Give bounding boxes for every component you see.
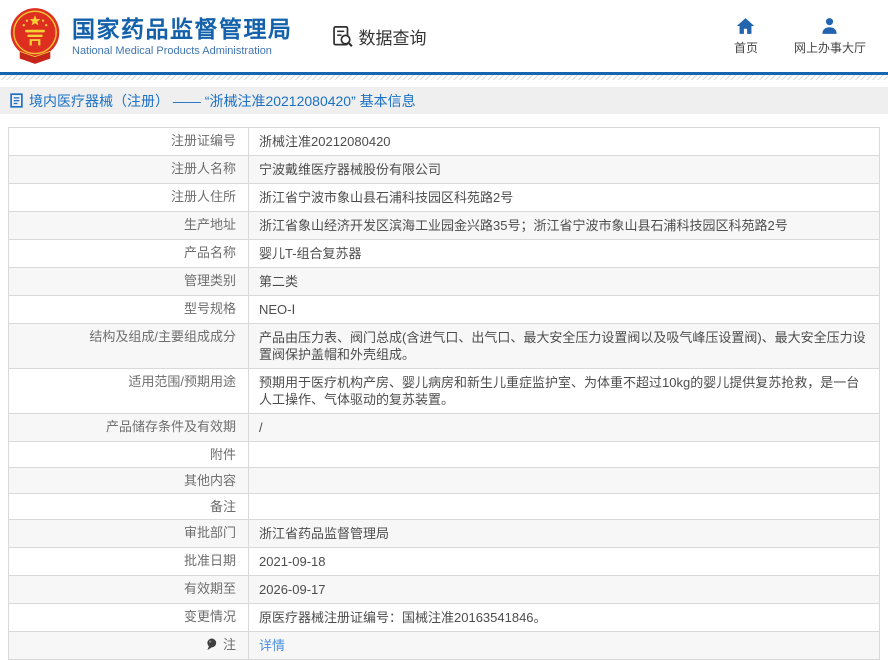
site-title: 国家药品监督管理局 xyxy=(72,16,293,42)
breadcrumb: 境内医疗器械（注册） —— “浙械注准20212080420” 基本信息 xyxy=(0,87,888,114)
table-row: 备注 xyxy=(9,494,879,520)
nav-item-label: 网上办事大厅 xyxy=(794,39,866,56)
row-value xyxy=(249,442,879,467)
row-label: 结构及组成/主要组成成分 xyxy=(9,324,249,368)
table-row: 审批部门 浙江省药品监督管理局 xyxy=(9,520,879,548)
site-subtitle: National Medical Products Administration xyxy=(72,45,293,57)
row-value: 浙江省药品监督管理局 xyxy=(249,520,879,547)
nav-item-label: 首页 xyxy=(734,39,758,56)
table-row: 管理类别 第二类 xyxy=(9,268,879,296)
hatch-band xyxy=(0,75,888,80)
row-label: 附件 xyxy=(9,442,249,467)
data-query-label: 数据查询 xyxy=(359,24,427,49)
table-row: 有效期至 2026-09-17 xyxy=(9,576,879,604)
site-header: 国家药品监督管理局 National Medical Products Admi… xyxy=(0,0,888,72)
row-value: 第二类 xyxy=(249,268,879,295)
table-row: 变更情况 原医疗器械注册证编号：国械注准20163541846。 xyxy=(9,604,879,632)
site-title-block: 国家药品监督管理局 National Medical Products Admi… xyxy=(72,16,293,57)
table-row: 产品储存条件及有效期 / xyxy=(9,414,879,442)
row-label: 有效期至 xyxy=(9,576,249,603)
row-label: 变更情况 xyxy=(9,604,249,631)
row-label: 产品名称 xyxy=(9,240,249,267)
table-row: 注册人名称 宁波戴维医疗器械股份有限公司 xyxy=(9,156,879,184)
national-emblem-icon xyxy=(8,7,62,65)
row-label: 批准日期 xyxy=(9,548,249,575)
top-nav: 首页 网上办事大厅 xyxy=(734,17,872,56)
row-label: 注册人住所 xyxy=(9,184,249,211)
table-row-note: 注 详情 xyxy=(9,632,879,659)
person-icon xyxy=(820,17,839,35)
row-label: 注 xyxy=(9,632,249,659)
row-label: 注册人名称 xyxy=(9,156,249,183)
row-value xyxy=(249,468,879,493)
pin-icon xyxy=(206,638,217,651)
row-value: 浙江省宁波市象山县石浦科技园区科苑路2号 xyxy=(249,184,879,211)
table-row: 产品名称 婴儿T-组合复苏器 xyxy=(9,240,879,268)
table-row: 附件 xyxy=(9,442,879,468)
row-label: 型号规格 xyxy=(9,296,249,323)
row-value xyxy=(249,494,879,519)
table-row: 型号规格 NEO-Ⅰ xyxy=(9,296,879,324)
data-query-tab[interactable]: 数据查询 xyxy=(331,24,427,49)
row-value: 2021-09-18 xyxy=(249,548,879,575)
data-query-icon xyxy=(331,25,354,48)
row-value: 2026-09-17 xyxy=(249,576,879,603)
home-icon xyxy=(736,17,755,35)
table-row: 适用范围/预期用途 预期用于医疗机构产房、婴儿病房和新生儿重症监护室、为体重不超… xyxy=(9,369,879,414)
row-label: 注册证编号 xyxy=(9,128,249,155)
table-row: 结构及组成/主要组成成分 产品由压力表、阀门总成(含进气口、出气口、最大安全压力… xyxy=(9,324,879,369)
table-row: 注册证编号 浙械注准20212080420 xyxy=(9,128,879,156)
document-icon xyxy=(10,93,23,108)
page: { "header": { "title": "国家药品监督管理局", "sub… xyxy=(0,0,888,612)
registration-info-table: 注册证编号 浙械注准20212080420 注册人名称 宁波戴维医疗器械股份有限… xyxy=(8,127,880,660)
details-link[interactable]: 详情 xyxy=(249,632,879,659)
table-row: 注册人住所 浙江省宁波市象山县石浦科技园区科苑路2号 xyxy=(9,184,879,212)
row-value: 浙械注准20212080420 xyxy=(249,128,879,155)
row-value: 产品由压力表、阀门总成(含进气口、出气口、最大安全压力设置阀以及吸气峰压设置阀)… xyxy=(249,324,879,368)
nav-item-home[interactable]: 首页 xyxy=(734,17,758,56)
row-value: / xyxy=(249,414,879,441)
breadcrumb-text: 境内医疗器械（注册） —— “浙械注准20212080420” 基本信息 xyxy=(29,91,416,111)
table-row: 其他内容 xyxy=(9,468,879,494)
row-label: 适用范围/预期用途 xyxy=(9,369,249,413)
row-label: 产品储存条件及有效期 xyxy=(9,414,249,441)
row-label: 管理类别 xyxy=(9,268,249,295)
row-label: 其他内容 xyxy=(9,468,249,493)
row-value: 婴儿T-组合复苏器 xyxy=(249,240,879,267)
row-label: 审批部门 xyxy=(9,520,249,547)
table-row: 生产地址 浙江省象山经济开发区滨海工业园金兴路35号；浙江省宁波市象山县石浦科技… xyxy=(9,212,879,240)
row-value: 宁波戴维医疗器械股份有限公司 xyxy=(249,156,879,183)
row-label: 生产地址 xyxy=(9,212,249,239)
row-value: NEO-Ⅰ xyxy=(249,296,879,323)
table-row: 批准日期 2021-09-18 xyxy=(9,548,879,576)
row-label: 备注 xyxy=(9,494,249,519)
row-value: 浙江省象山经济开发区滨海工业园金兴路35号；浙江省宁波市象山县石浦科技园区科苑路… xyxy=(249,212,879,239)
row-label-text: 注 xyxy=(223,637,236,652)
row-value: 原医疗器械注册证编号：国械注准20163541846。 xyxy=(249,604,879,631)
nav-item-service-hall[interactable]: 网上办事大厅 xyxy=(794,17,866,56)
row-value: 预期用于医疗机构产房、婴儿病房和新生儿重症监护室、为体重不超过10kg的婴儿提供… xyxy=(249,369,879,413)
site-logo[interactable]: 国家药品监督管理局 National Medical Products Admi… xyxy=(8,7,293,65)
